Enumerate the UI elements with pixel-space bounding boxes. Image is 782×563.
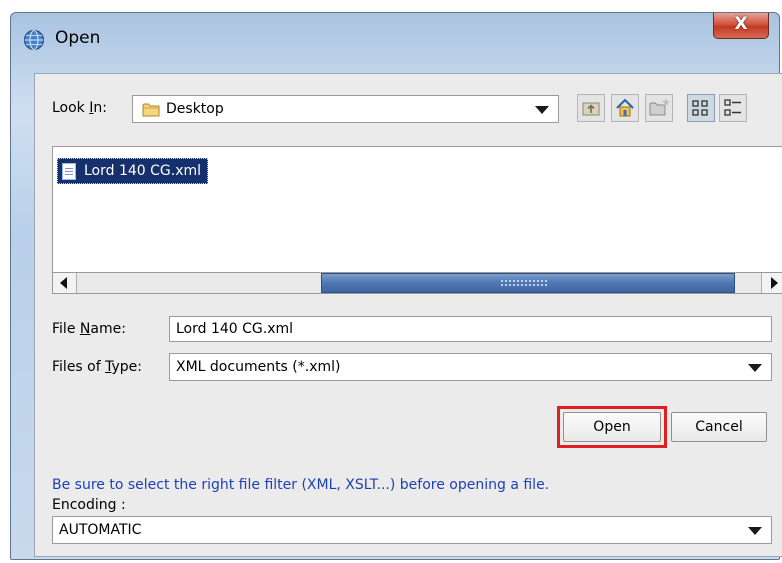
home-button[interactable] <box>611 94 639 122</box>
xml-file-icon <box>62 162 76 180</box>
cancel-button[interactable]: Cancel <box>671 412 767 442</box>
close-button[interactable]: X <box>713 13 769 39</box>
open-dialog: Open X Look In: Desktop Lord 140 CG.xml … <box>10 12 782 560</box>
home-icon <box>616 98 634 117</box>
file-name-input[interactable]: Lord 140 CG.xml <box>169 316 772 342</box>
details-view-button[interactable] <box>719 94 747 122</box>
folder-icon <box>142 103 160 117</box>
scroll-right-button[interactable] <box>761 273 782 293</box>
files-of-type-combo[interactable]: XML documents (*.xml) <box>169 353 772 381</box>
files-of-type-dropdown-arrow-icon[interactable] <box>748 364 762 372</box>
arrow-left-icon <box>60 277 67 289</box>
files-of-type-value: XML documents (*.xml) <box>176 359 341 375</box>
file-filter-hint: Be sure to select the right file filter … <box>52 477 550 493</box>
look-in-dropdown-arrow-icon[interactable] <box>535 106 549 114</box>
up-one-level-button[interactable] <box>577 94 605 122</box>
files-of-type-label: Files of Type: <box>52 359 143 375</box>
file-name-value: Lord 140 CG.xml <box>176 321 294 337</box>
encoding-value: AUTOMATIC <box>59 522 142 538</box>
cancel-button-label: Cancel <box>695 419 743 435</box>
horizontal-scrollbar[interactable] <box>52 272 782 294</box>
file-item-name: Lord 140 CG.xml <box>84 163 202 179</box>
encoding-combo[interactable]: AUTOMATIC <box>52 516 772 544</box>
look-in-value: Desktop <box>166 101 224 117</box>
scroll-thumb[interactable] <box>321 273 735 293</box>
list-item[interactable]: Lord 140 CG.xml <box>57 158 209 184</box>
open-button-highlight-box <box>557 406 667 448</box>
encoding-dropdown-arrow-icon[interactable] <box>748 527 762 535</box>
look-in-label: Look In: <box>52 100 107 116</box>
window-title: Open <box>55 28 101 48</box>
title-bar[interactable]: Open X <box>11 13 779 73</box>
new-folder-button[interactable] <box>645 94 673 122</box>
look-in-combo[interactable]: Desktop <box>132 95 559 123</box>
up-one-level-icon <box>582 102 600 116</box>
details-view-icon <box>724 99 741 116</box>
new-folder-icon <box>649 98 670 116</box>
list-view-button[interactable] <box>687 94 715 122</box>
arrow-right-icon <box>771 277 778 289</box>
list-view-icon <box>692 100 708 116</box>
scroll-grip <box>500 279 548 288</box>
globe-icon <box>23 29 45 51</box>
close-icon: X <box>734 14 748 34</box>
dialog-body: Look In: Desktop Lord 140 CG.xml File Na… <box>34 73 782 557</box>
encoding-label: Encoding : <box>52 497 126 513</box>
file-name-label: File Name: <box>52 321 126 337</box>
scroll-left-button[interactable] <box>53 273 77 293</box>
